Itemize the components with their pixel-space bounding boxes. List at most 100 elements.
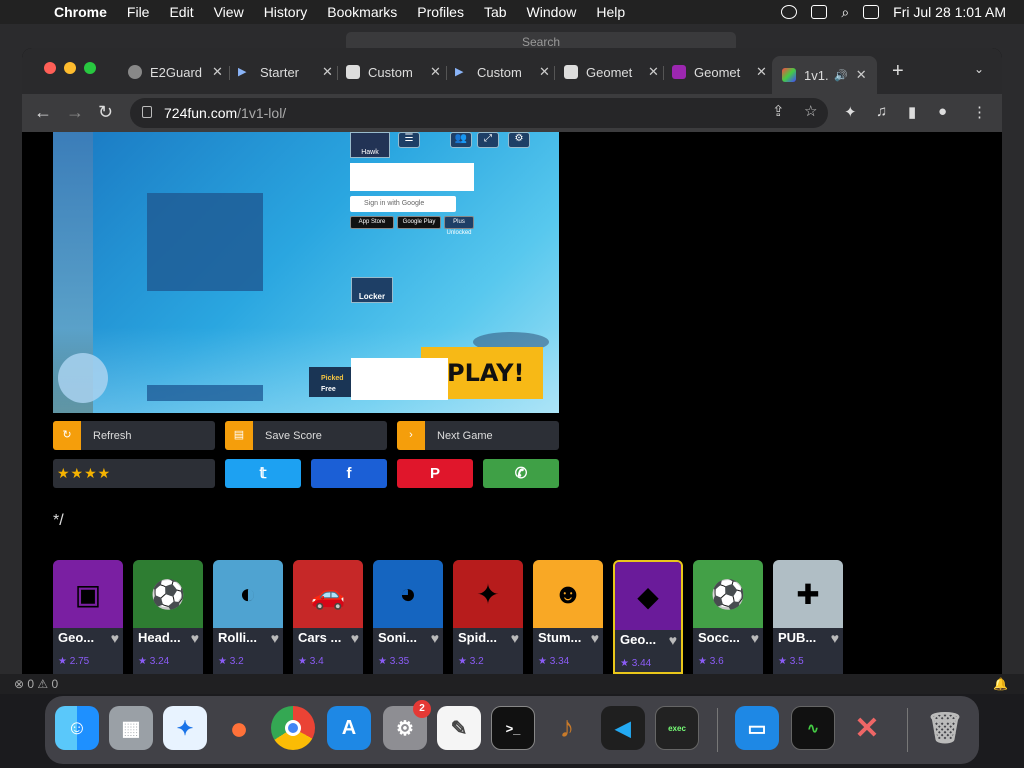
menu-history[interactable]: History xyxy=(254,4,318,20)
tab-1v1-active[interactable]: 1v1. 🔊 ✕ xyxy=(772,56,877,94)
menu-bookmarks[interactable]: Bookmarks xyxy=(317,4,407,20)
twitter-share-button[interactable]: 𝕥 xyxy=(225,459,301,488)
whatsapp-share-button[interactable]: ✆ xyxy=(483,459,559,488)
game-thumbnail[interactable]: ⚽ xyxy=(133,560,203,628)
game-thumbnail[interactable]: ◐ xyxy=(213,560,283,628)
minimize-window-button[interactable] xyxy=(64,62,76,74)
game-card[interactable]: ☻ Stum... ♥ ★ 3.34 xyxy=(533,560,603,674)
menu-file[interactable]: File xyxy=(117,4,160,20)
close-tab-icon[interactable]: ✕ xyxy=(212,64,223,80)
close-tab-icon[interactable]: ✕ xyxy=(756,64,767,80)
error-icon[interactable]: ⊗ xyxy=(14,677,27,691)
game-card-title[interactable]: Stum... xyxy=(538,630,581,645)
pinterest-share-button[interactable]: P xyxy=(397,459,473,488)
back-button[interactable]: ← xyxy=(34,102,52,123)
trash-icon[interactable]: 🗑 xyxy=(923,706,967,750)
menu-profiles[interactable]: Profiles xyxy=(407,4,474,20)
forward-button[interactable]: → xyxy=(66,102,84,123)
game-card[interactable]: ◐ Rolli... ♥ ★ 3.2 xyxy=(213,560,283,674)
menubar-clock[interactable]: Fri Jul 28 1:01 AM xyxy=(893,4,1006,20)
spotlight-search-icon[interactable]: ⌕ xyxy=(841,4,849,21)
launchpad-icon[interactable]: ▦ xyxy=(109,706,153,750)
game-thumbnail[interactable]: ✚ xyxy=(773,560,843,628)
google-signin-button[interactable]: Sign in with Google xyxy=(350,196,456,212)
terminal-icon[interactable]: >_ xyxy=(491,706,535,750)
game-card[interactable]: ⚽ Socc... ♥ ★ 3.6 xyxy=(693,560,763,674)
control-center-icon[interactable] xyxy=(863,5,880,19)
picked-free-panel[interactable]: Picked Free xyxy=(309,367,353,397)
game-thumbnail[interactable]: ☻ xyxy=(533,560,603,628)
game-thumbnail[interactable]: ◕ xyxy=(373,560,443,628)
menu-view[interactable]: View xyxy=(204,4,254,20)
bookmark-star-icon[interactable]: ☆ xyxy=(804,102,817,120)
tab-search-chevron-icon[interactable]: ⌄ xyxy=(974,62,984,76)
speaker-icon[interactable]: 🔊 xyxy=(834,69,848,82)
player-avatar[interactable]: Hawk xyxy=(350,132,390,158)
safari-icon[interactable]: ✦ xyxy=(163,706,207,750)
close-tab-icon[interactable]: ✕ xyxy=(322,64,333,80)
game-card[interactable]: ✦ Spid... ♥ ★ 3.2 xyxy=(453,560,523,674)
game-card-title[interactable]: Rolli... xyxy=(218,630,257,645)
notifications-bell-icon[interactable]: 🔔 xyxy=(993,677,1008,691)
warning-icon[interactable]: ⚠ xyxy=(34,677,51,691)
save-score-button[interactable]: ▤ Save Score xyxy=(225,421,387,450)
play-status-icon[interactable] xyxy=(781,5,798,19)
game-card-title[interactable]: Geo... xyxy=(620,632,656,647)
side-panel-icon[interactable]: ▮ xyxy=(908,103,916,121)
refresh-button[interactable]: ↻ Refresh xyxy=(53,421,215,450)
finder-icon[interactable]: ☺ xyxy=(55,706,99,750)
firefox-icon[interactable]: ● xyxy=(217,706,261,750)
tab-custom-1[interactable]: Custom ✕ xyxy=(346,58,441,86)
settings-gear-icon[interactable]: ⚙ xyxy=(508,132,530,148)
menu-edit[interactable]: Edit xyxy=(159,4,203,20)
favorite-heart-icon[interactable]: ♥ xyxy=(351,630,359,646)
favorite-heart-icon[interactable]: ♥ xyxy=(431,630,439,646)
close-tab-icon[interactable]: ✕ xyxy=(856,67,867,83)
keynote-icon[interactable]: ▭ xyxy=(735,706,779,750)
favorite-heart-icon[interactable]: ♥ xyxy=(511,630,519,646)
tab-starter[interactable]: ▶ Starter ✕ xyxy=(238,58,333,86)
close-tab-icon[interactable]: ✕ xyxy=(648,64,659,80)
friends-icon[interactable]: 👥 xyxy=(450,132,472,148)
game-card-title[interactable]: Geo... xyxy=(58,630,94,645)
game-card-title[interactable]: PUB... xyxy=(778,630,816,645)
favorite-heart-icon[interactable]: ♥ xyxy=(831,630,839,646)
chrome-icon[interactable] xyxy=(271,706,315,750)
new-tab-button[interactable]: + xyxy=(892,60,904,83)
menu-help[interactable]: Help xyxy=(586,4,635,20)
game-card-title[interactable]: Cars ... xyxy=(298,630,341,645)
close-tab-icon[interactable]: ✕ xyxy=(539,64,550,80)
x11-icon[interactable]: ✕ xyxy=(845,706,889,750)
game-card[interactable]: ◆ Geo... ♥ ★ 3.44 xyxy=(613,560,683,674)
system-settings-icon[interactable]: ⚙ 2 xyxy=(383,700,431,750)
game-card[interactable]: ⚽ Head... ♥ ★ 3.24 xyxy=(133,560,203,674)
username-input[interactable] xyxy=(350,163,474,191)
chrome-menu-icon[interactable]: ⋮ xyxy=(972,103,987,121)
favorite-heart-icon[interactable]: ♥ xyxy=(669,632,677,648)
game-card-title[interactable]: Spid... xyxy=(458,630,497,645)
game-thumbnail[interactable]: ◆ xyxy=(615,562,681,630)
plus-unlocked-badge[interactable]: Plus Unlocked xyxy=(444,216,474,236)
vscode-icon[interactable]: ◀ xyxy=(601,706,645,750)
address-bar[interactable]: 724fun.com /1v1-lol/ xyxy=(130,98,828,128)
locker-button[interactable]: Locker xyxy=(351,277,393,303)
app-store-badge[interactable]: App Store xyxy=(350,216,394,229)
game-card-title[interactable]: Soni... xyxy=(378,630,417,645)
textedit-icon[interactable]: ✎ xyxy=(437,706,481,750)
close-tab-icon[interactable]: ✕ xyxy=(430,64,441,80)
facebook-share-button[interactable]: f xyxy=(311,459,387,488)
profile-avatar-icon[interactable]: ● xyxy=(938,103,947,120)
star-icons[interactable]: ★★★★ xyxy=(57,465,111,481)
news-icon[interactable]: ☰ xyxy=(398,132,420,148)
favorite-heart-icon[interactable]: ♥ xyxy=(751,630,759,646)
game-card[interactable]: ◕ Soni... ♥ ★ 3.35 xyxy=(373,560,443,674)
next-game-button[interactable]: › Next Game xyxy=(397,421,559,450)
game-card-title[interactable]: Head... xyxy=(138,630,181,645)
favorite-heart-icon[interactable]: ♥ xyxy=(111,630,119,646)
close-window-button[interactable] xyxy=(44,62,56,74)
zoom-window-button[interactable] xyxy=(84,62,96,74)
app-store-icon[interactable]: A xyxy=(327,706,371,750)
game-card[interactable]: ✚ PUB... ♥ ★ 3.5 xyxy=(773,560,843,674)
game-card[interactable]: 🚗 Cars ... ♥ ★ 3.4 xyxy=(293,560,363,674)
tab-e2guard[interactable]: E2Guard ✕ xyxy=(128,58,223,86)
